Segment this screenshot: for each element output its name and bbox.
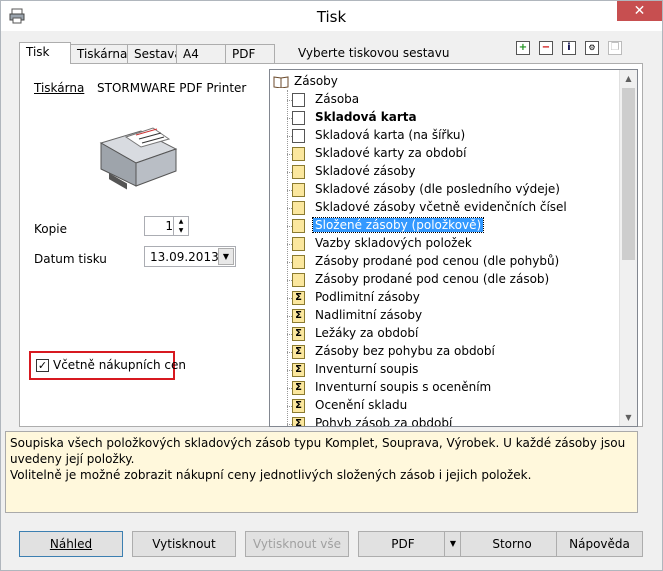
tab-pdf[interactable]: PDF xyxy=(225,44,275,63)
print-all-button: Vytisknout vše xyxy=(245,531,349,557)
report-icon xyxy=(292,255,305,269)
sum-report-icon: Σ xyxy=(292,381,305,395)
report-tree[interactable]: Zásoby Zásoba Skladová karta Skladová kart… xyxy=(269,69,638,427)
settings-icon[interactable]: ⚙ xyxy=(585,41,599,55)
tab-a4[interactable]: A4 xyxy=(176,44,226,63)
tree-scrollbar[interactable]: ▲ ▼ xyxy=(619,70,637,426)
close-button[interactable]: ✕ xyxy=(617,1,662,21)
tree-item-label[interactable]: Ocenění skladu xyxy=(313,398,409,412)
copies-value[interactable]: 1 xyxy=(149,219,173,233)
spinner-buttons[interactable]: ▲ ▼ xyxy=(173,217,188,235)
chevron-down-icon[interactable]: ▼ xyxy=(218,248,234,265)
tree-item-label[interactable]: Inventurní soupis xyxy=(313,362,420,376)
tree-item-label[interactable]: Nadlimitní zásoby xyxy=(313,308,424,322)
tab-tiskarna[interactable]: Tiskárna xyxy=(70,44,128,63)
tree-connector xyxy=(287,90,288,426)
tree-item-label[interactable]: Zásoby prodané pod cenou (dle pohybů) xyxy=(313,254,561,268)
report-icon xyxy=(292,237,305,251)
tree-item-label[interactable]: Zásoby bez pohybu za období xyxy=(313,344,497,358)
report-icon xyxy=(292,183,305,197)
tree-item-label[interactable]: Zásoba xyxy=(313,92,361,106)
title-bar: Tisk ✕ xyxy=(1,1,662,31)
purchase-prices-checkbox[interactable]: ✓ xyxy=(36,359,49,372)
report-icon xyxy=(292,201,305,215)
document-icon xyxy=(292,111,305,125)
sum-report-icon: Σ xyxy=(292,291,305,305)
printer-image xyxy=(99,127,178,190)
tree-item-label[interactable]: Skladové zásoby (dle posledního výdeje) xyxy=(313,182,562,196)
tree-item-label[interactable]: Skladová karta xyxy=(313,110,419,124)
copy-icon: ❐ xyxy=(608,41,622,55)
print-date-field[interactable]: 13.09.2013 ▼ xyxy=(144,246,236,267)
printer-label[interactable]: Tiskárna xyxy=(34,81,84,95)
print-date-label: Datum tisku xyxy=(34,252,107,266)
sum-report-icon: Σ xyxy=(292,345,305,359)
description-line: Volitelně je možné zobrazit nákupní ceny… xyxy=(10,468,532,482)
tab-tisk[interactable]: Tisk xyxy=(19,42,71,64)
report-icon xyxy=(292,147,305,161)
tree-item-label[interactable]: Zásoby prodané pod cenou (dle zásob) xyxy=(313,272,551,286)
report-description: Soupiska všech položkových skladových zá… xyxy=(5,431,638,513)
pdf-button[interactable]: PDF ▼ xyxy=(358,531,462,557)
tree-item-label[interactable]: Pohyb zásob za období xyxy=(313,416,454,426)
info-icon[interactable]: i xyxy=(562,41,576,55)
cancel-button[interactable]: Storno xyxy=(460,531,564,557)
sum-report-icon: Σ xyxy=(292,417,305,426)
purchase-prices-label[interactable]: Včetně nákupních cen xyxy=(53,358,186,372)
window-title: Tisk xyxy=(316,8,347,26)
add-icon[interactable]: + xyxy=(516,41,530,55)
document-icon xyxy=(292,93,305,107)
preview-button[interactable]: Náhled xyxy=(19,531,123,557)
copies-spinner[interactable]: 1 ▲ ▼ xyxy=(144,216,189,236)
tree-item-label[interactable]: Skladové karty za období xyxy=(313,146,469,160)
tree-item-label[interactable]: Skladové zásoby včetně evidenčních čísel xyxy=(313,200,569,214)
sum-report-icon: Σ xyxy=(292,309,305,323)
tree-item-label[interactable]: Podlimitní zásoby xyxy=(313,290,422,304)
tree-root-label[interactable]: Zásoby xyxy=(292,74,340,88)
report-icon xyxy=(292,273,305,287)
tab-sestava[interactable]: Sestava xyxy=(127,44,182,63)
scroll-down-icon[interactable]: ▼ xyxy=(620,409,637,426)
help-button[interactable]: Nápověda xyxy=(556,531,643,557)
tree-item-label[interactable]: Inventurní soupis s oceněním xyxy=(313,380,493,394)
tree-item-label[interactable]: Složené zásoby (položkově) xyxy=(311,217,485,233)
book-icon xyxy=(273,76,289,88)
scroll-up-icon[interactable]: ▲ xyxy=(620,70,637,87)
print-date-value[interactable]: 13.09.2013 xyxy=(150,250,219,264)
tree-item-label[interactable]: Skladová karta (na šířku) xyxy=(313,128,467,142)
tree-item-label[interactable]: Skladové zásoby xyxy=(313,164,417,178)
report-select-label: Vyberte tiskovou sestavu xyxy=(298,46,450,60)
sum-report-icon: Σ xyxy=(292,399,305,413)
remove-icon[interactable]: − xyxy=(539,41,553,55)
print-dialog: Tisk ✕ Tisk Tiskárna Sestava A4 PDF Vybe… xyxy=(0,0,663,571)
spin-down-icon[interactable]: ▼ xyxy=(174,226,188,235)
scroll-thumb[interactable] xyxy=(622,88,635,260)
tree-item-label[interactable]: Ležáky za období xyxy=(313,326,420,340)
chevron-down-icon[interactable]: ▼ xyxy=(444,532,461,556)
print-button[interactable]: Vytisknout xyxy=(132,531,236,557)
report-icon xyxy=(292,219,305,233)
spin-up-icon[interactable]: ▲ xyxy=(174,217,188,226)
description-line: Soupiska všech položkových skladových zá… xyxy=(10,436,626,466)
report-icon xyxy=(292,165,305,179)
copies-label: Kopie xyxy=(34,222,67,236)
tree-item-label[interactable]: Vazby skladových položek xyxy=(313,236,474,250)
printer-name: STORMWARE PDF Printer xyxy=(97,81,247,95)
sum-report-icon: Σ xyxy=(292,363,305,377)
document-icon xyxy=(292,129,305,143)
sum-report-icon: Σ xyxy=(292,327,305,341)
